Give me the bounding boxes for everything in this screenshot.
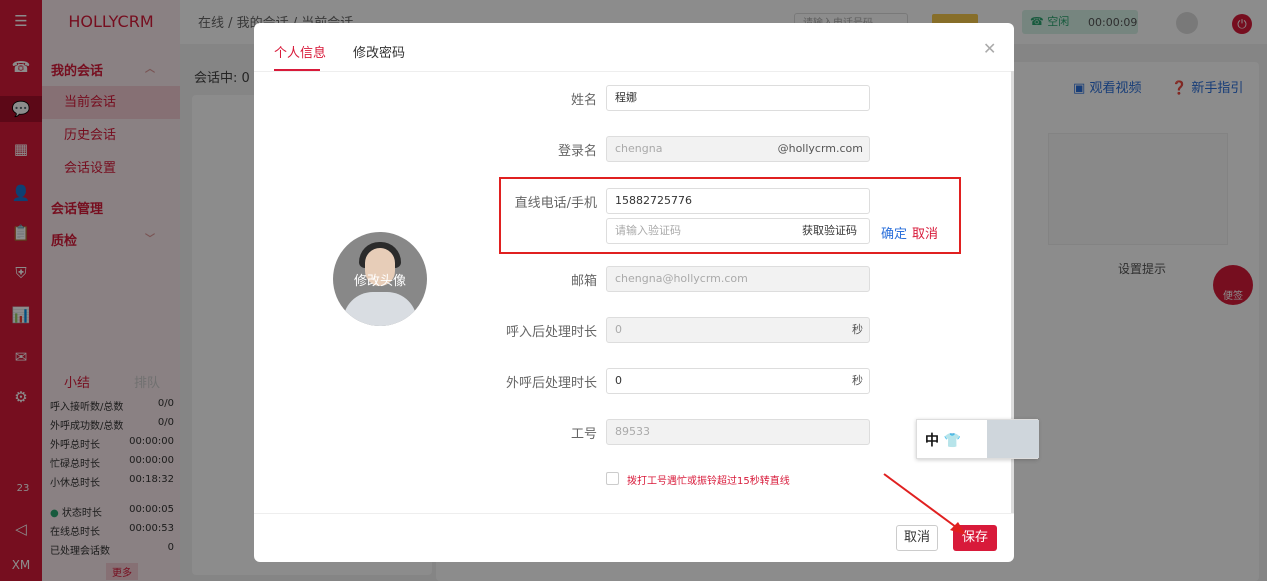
profile-dialog: 个人信息 修改密码 ✕ 修改头像 姓名 程娜 登录名 chengna @holly… (254, 23, 1014, 562)
login-label: 登录名 (557, 144, 597, 159)
inbound-value: 0 (615, 323, 622, 336)
tab-divider (254, 71, 1014, 72)
name-field[interactable]: 程娜 (606, 85, 870, 111)
outbound-wrapup-field[interactable]: 0秒 (606, 368, 870, 394)
profile-avatar[interactable]: 修改头像 (333, 232, 427, 326)
login-value: chengna (615, 142, 663, 155)
jobno-field: 89533 (606, 419, 870, 445)
confirm-link[interactable]: 确定 (881, 223, 907, 242)
get-code-button[interactable]: 获取验证码 (802, 219, 857, 243)
forward-checkbox[interactable] (606, 472, 619, 485)
email-field: chengna@hollycrm.com (606, 266, 870, 292)
inbound-label: 呼入后处理时长 (505, 325, 597, 340)
outbound-value: 0 (615, 374, 622, 387)
jobno-label: 工号 (570, 427, 597, 442)
ime-toolbar[interactable]: 中 👕 (916, 419, 1039, 459)
outbound-label: 外呼后处理时长 (505, 376, 597, 391)
login-field: chengna @hollycrm.com (606, 136, 870, 162)
avatar-body (343, 292, 417, 326)
footer-divider (254, 513, 1014, 514)
tab-personal-info[interactable]: 个人信息 (274, 42, 326, 61)
inbound-wrapup-field: 0秒 (606, 317, 870, 343)
save-button[interactable]: 保存 (953, 525, 997, 551)
ime-mode-label: 中 👕 (925, 433, 962, 449)
verification-code-input[interactable]: 请输入验证码 获取验证码 (606, 218, 870, 244)
tab-change-password[interactable]: 修改密码 (353, 42, 405, 61)
seconds-unit: 秒 (852, 374, 863, 387)
code-placeholder: 请输入验证码 (615, 224, 681, 237)
close-icon[interactable]: ✕ (983, 39, 996, 58)
email-label: 邮箱 (570, 274, 597, 289)
ime-skin-image (987, 420, 1039, 458)
cancel-button[interactable]: 取消 (896, 525, 938, 551)
phone-label: 直线电话/手机 (514, 196, 597, 211)
name-label: 姓名 (570, 93, 597, 108)
login-suffix: @hollycrm.com (777, 142, 863, 155)
phone-field[interactable]: 15882725776 (606, 188, 870, 214)
change-avatar-label: 修改头像 (353, 274, 406, 289)
forward-checkbox-label: 拨打工号遇忙或振铃超过15秒转直线 (627, 476, 790, 487)
cancel-link[interactable]: 取消 (912, 223, 938, 242)
seconds-unit: 秒 (852, 323, 863, 336)
